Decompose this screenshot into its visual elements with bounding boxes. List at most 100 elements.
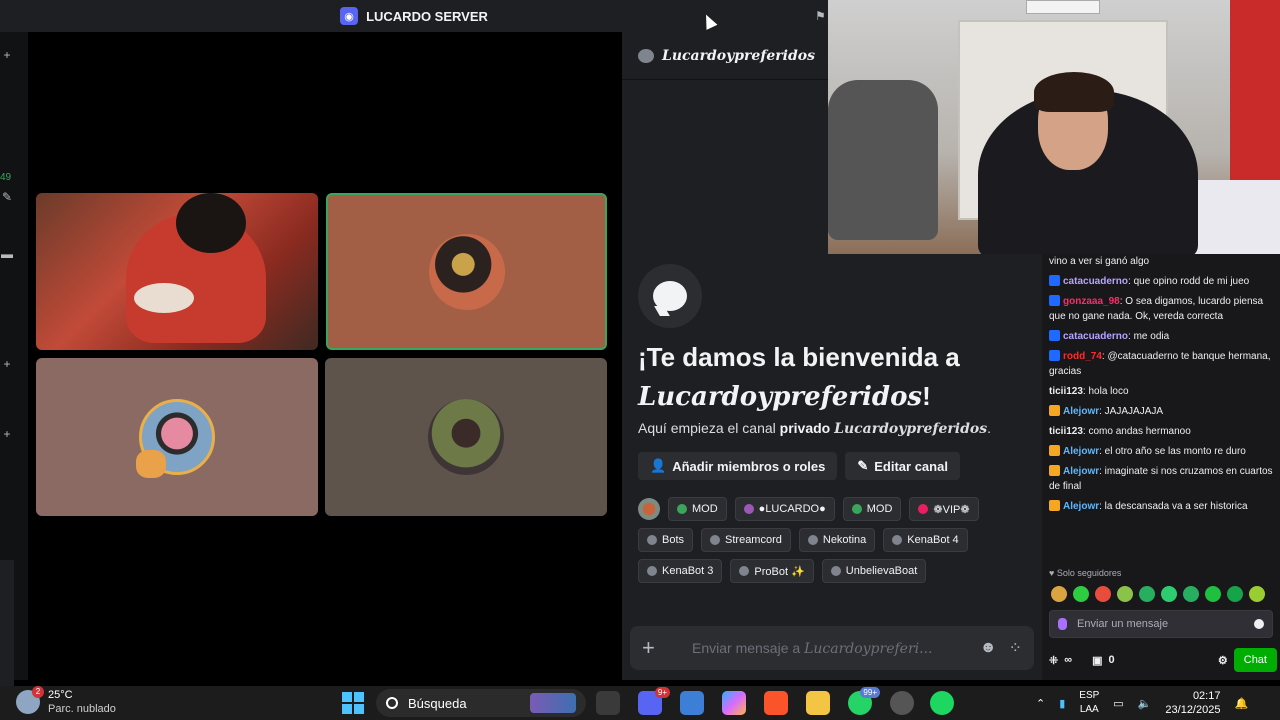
role-tag[interactable]: MOD	[668, 497, 727, 521]
settings-gear-icon[interactable]: ⚙	[1218, 654, 1228, 667]
emote-picker-icon[interactable]	[1254, 619, 1264, 629]
microphone-icon[interactable]: ▮	[1059, 697, 1065, 710]
photos-icon[interactable]	[680, 691, 704, 715]
role-color-dot	[918, 504, 929, 514]
chat-message: rodd_74: @catacuaderno te banque hermana…	[1049, 349, 1277, 379]
file-explorer-icon[interactable]	[806, 691, 830, 715]
inbox-icon[interactable]: ⚑	[815, 9, 828, 23]
chat-username[interactable]: gonzaaa_98	[1063, 296, 1120, 307]
add-members-button[interactable]: 👤 Añadir miembros o roles	[638, 452, 838, 480]
video-tile-camera[interactable]	[36, 193, 318, 350]
role-tag[interactable]: ●LUCARDO●	[734, 497, 835, 521]
chat-messages: vino a ver si ganó algo catacuaderno: que…	[1049, 254, 1277, 519]
role-tag[interactable]: UnbelievaBoat	[821, 559, 927, 583]
air-conditioner	[1026, 0, 1100, 14]
discord-icon[interactable]: 9+	[638, 687, 670, 715]
role-tag[interactable]: Bots	[638, 528, 694, 552]
emote-icon[interactable]	[1183, 586, 1199, 602]
weather-temp: 25°C	[48, 689, 73, 701]
channel-welcome-icon	[638, 264, 702, 328]
taskbar-search[interactable]: Búsqueda	[376, 689, 586, 717]
chat-message: Alejowr: JAJAJAJAJA	[1049, 404, 1277, 419]
chevron-up-icon[interactable]: ⌃	[1036, 697, 1045, 710]
task-view-icon[interactable]	[596, 691, 620, 715]
user-badge-icon	[1049, 295, 1060, 306]
chat-input[interactable]: Enviar un mensaje	[1049, 610, 1273, 638]
emote-icon[interactable]	[1073, 586, 1089, 602]
chat-username[interactable]: rodd_74	[1063, 351, 1102, 362]
composer-placeholder[interactable]: Enviar mensaje a Lucardoypreferi...	[692, 640, 968, 657]
app-icon[interactable]	[890, 691, 914, 715]
emote-icon[interactable]	[1161, 586, 1177, 602]
video-tile-speaking[interactable]	[326, 193, 607, 350]
points-icon[interactable]: ▣	[1092, 654, 1102, 667]
system-tray: ⌃ ▮ ESP LAA ▭ 🔈 02:17 23/12/2025 🔔	[1036, 686, 1248, 720]
chat-send-button[interactable]: Chat	[1233, 648, 1277, 672]
plus-icon[interactable]: +	[0, 357, 14, 371]
weather-widget[interactable]: 2 25°C Parc. nublado	[16, 686, 116, 716]
apps-icon[interactable]: ⁘	[1009, 638, 1022, 658]
role-list: MOD ●LUCARDO● MOD ❁VIP❁ Bots Streamcord Nekoti…	[638, 497, 1038, 583]
attach-plus-icon[interactable]: +	[642, 635, 672, 661]
chat-username[interactable]: ticii123	[1049, 386, 1083, 397]
add-icon[interactable]: +	[0, 48, 14, 62]
emote-icon[interactable]	[1205, 586, 1221, 602]
chat-username[interactable]: Alejowr	[1063, 466, 1099, 477]
copilot-icon[interactable]	[722, 691, 746, 715]
plus-icon-2[interactable]: +	[0, 427, 14, 441]
bits-icon[interactable]	[1058, 618, 1067, 630]
member-avatar[interactable]	[638, 498, 660, 520]
viewers-label: ∞	[1064, 654, 1073, 666]
followers-only-label: ♥ Solo seguidores	[1049, 568, 1122, 578]
chat-username[interactable]: catacuaderno	[1063, 276, 1128, 287]
sub-channel: Lucardoypreferidos	[834, 421, 988, 437]
message-composer[interactable]: + Enviar mensaje a Lucardoypreferi... ☻ …	[630, 626, 1034, 670]
network-icon[interactable]: ▭	[1113, 697, 1123, 710]
role-color-dot	[830, 566, 841, 576]
windows-start-icon[interactable]	[342, 692, 364, 714]
camera-icon[interactable]: ▬	[0, 247, 14, 261]
chat-message: catacuaderno: que opino rodd de mi jueo	[1049, 274, 1277, 289]
role-label: Streamcord	[725, 534, 782, 546]
role-color-dot	[677, 504, 687, 514]
role-tag[interactable]: ProBot ✨	[730, 559, 814, 583]
chat-username[interactable]: ticii123	[1049, 426, 1083, 437]
edit-channel-button[interactable]: ✎ Editar canal	[845, 452, 960, 480]
chat-username[interactable]: Alejowr	[1063, 406, 1099, 417]
welcome-suffix: !	[922, 381, 931, 411]
video-tile[interactable]	[325, 358, 607, 516]
volume-icon[interactable]: 🔈	[1138, 697, 1152, 710]
chat-username[interactable]: catacuaderno	[1063, 331, 1128, 342]
chat-username[interactable]: Alejowr	[1063, 501, 1099, 512]
notification-bell-icon[interactable]: 🔔	[1234, 697, 1248, 710]
emote-icon[interactable]	[1117, 586, 1133, 602]
clock[interactable]: 02:17 23/12/2025	[1165, 689, 1220, 717]
role-color-dot	[739, 566, 750, 576]
edit-icon[interactable]: ✎	[0, 190, 14, 204]
whatsapp-icon[interactable]: 99+	[848, 687, 880, 715]
emote-icon[interactable]	[1227, 586, 1243, 602]
role-label: Nekotina	[822, 534, 867, 546]
role-tag[interactable]: KenaBot 4	[883, 528, 968, 552]
language-indicator[interactable]: ESP LAA	[1079, 689, 1099, 717]
brave-browser-icon[interactable]	[764, 691, 788, 715]
video-tile[interactable]	[36, 358, 318, 516]
user-badge-icon	[1049, 445, 1060, 456]
cat-avatar-decoration	[136, 450, 166, 478]
role-tag[interactable]: MOD	[842, 497, 902, 521]
role-tag[interactable]: Nekotina	[798, 528, 876, 552]
user-badge-icon	[1049, 350, 1060, 361]
search-icon	[386, 697, 398, 709]
emote-icon[interactable]	[1095, 586, 1111, 602]
emote-icon[interactable]	[1051, 586, 1067, 602]
emote-icon[interactable]	[1249, 586, 1265, 602]
spotify-icon[interactable]	[930, 691, 954, 715]
emote-icon[interactable]	[1139, 586, 1155, 602]
chat-bubble-icon	[638, 48, 654, 63]
emoji-icon[interactable]: ☻	[980, 639, 997, 657]
user-badge-icon	[1049, 405, 1060, 416]
role-tag[interactable]: Streamcord	[701, 528, 791, 552]
role-tag[interactable]: KenaBot 3	[638, 559, 723, 583]
role-tag[interactable]: ❁VIP❁	[909, 497, 979, 521]
chat-username[interactable]: Alejowr	[1063, 446, 1099, 457]
